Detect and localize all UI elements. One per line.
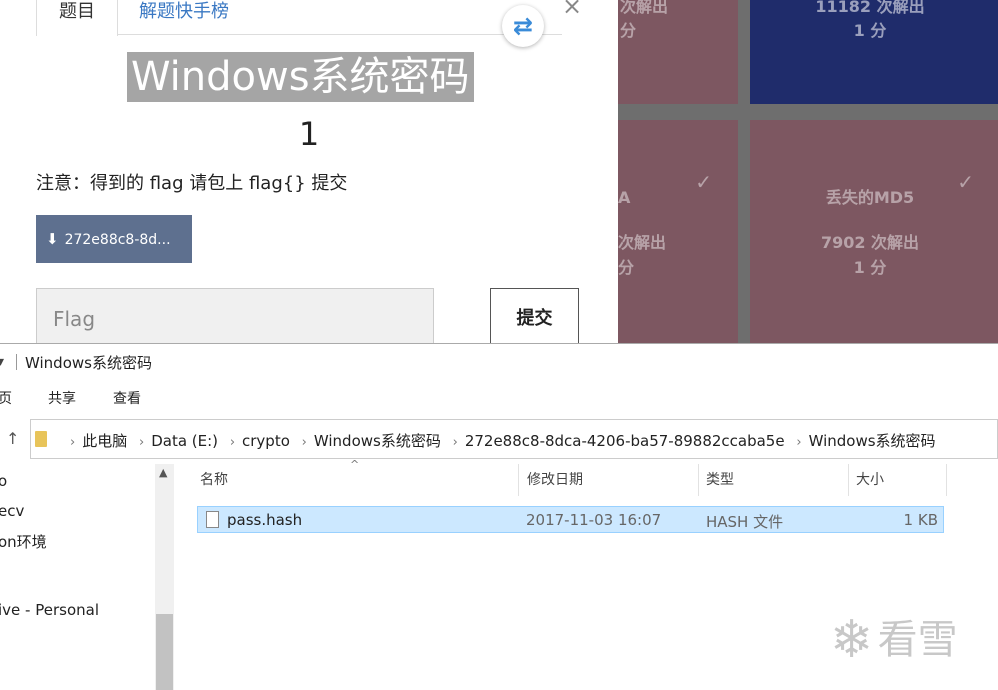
nav-item[interactable]: o xyxy=(0,472,7,490)
navigation-pane: o ecv on环境 ive - Personal xyxy=(0,464,155,690)
nav-scrollbar[interactable]: ▲ xyxy=(155,464,174,690)
window-title: Windows系统密码 xyxy=(25,354,152,372)
file-name: pass.hash xyxy=(227,511,303,529)
challenge-tile[interactable]: ✓ 丢失的MD5 7902 次解出 1 分 xyxy=(750,120,998,345)
download-button[interactable]: ⬇ 272e88c8-8d... xyxy=(36,215,192,263)
challenge-title: Windows系统密码 xyxy=(127,52,474,102)
up-arrow-icon[interactable]: ↑ xyxy=(6,429,19,448)
ribbon-tab-view[interactable]: 查看 xyxy=(113,388,141,408)
divider xyxy=(16,354,17,370)
snowflake-icon: ❄ xyxy=(830,610,874,670)
column-divider[interactable] xyxy=(518,464,519,496)
challenge-points: 1 xyxy=(298,115,320,153)
nav-item[interactable]: ive - Personal xyxy=(0,601,99,619)
address-bar[interactable]: › 此电脑 › Data (E:) › crypto › Windows系统密码 › 27… xyxy=(30,419,998,459)
column-divider[interactable] xyxy=(698,464,699,496)
tile-name: A xyxy=(618,188,631,207)
challenge-tile[interactable]: 次解出 分 xyxy=(618,0,738,104)
challenge-tile[interactable]: ✓ A 次解出 分 xyxy=(618,120,738,345)
submit-button[interactable]: 提交 xyxy=(490,288,579,350)
column-header-type[interactable]: 类型 xyxy=(706,464,734,496)
challenge-note: 注意：得到的 flag 请包上 flag{} 提交 xyxy=(36,173,348,194)
breadcrumb: › 此电脑 › Data (E:) › crypto › Windows系统密码 › 27… xyxy=(70,432,936,450)
column-header-modified[interactable]: 修改日期 xyxy=(527,464,583,496)
nav-item[interactable]: ecv xyxy=(0,502,24,520)
breadcrumb-item[interactable]: Windows系统密码 xyxy=(809,432,936,450)
flag-input[interactable]: Flag xyxy=(36,288,434,348)
tile-points: 1 分 xyxy=(853,258,887,277)
tile-solves: 次解出 xyxy=(618,233,667,252)
file-size: 1 KB xyxy=(903,511,938,529)
tile-name: 丢失的MD5 xyxy=(825,188,915,207)
tile-points: 分 xyxy=(618,258,635,277)
close-icon[interactable]: × xyxy=(562,0,582,20)
nav-item[interactable]: on环境 xyxy=(0,531,47,552)
tile-solves: 次解出 xyxy=(620,0,669,16)
breadcrumb-item[interactable]: Data (E:) xyxy=(151,432,218,450)
breadcrumb-item[interactable]: 此电脑 xyxy=(82,432,127,450)
swap-icon: ⇄ xyxy=(512,12,534,40)
tile-solves: 7902 次解出 xyxy=(820,233,920,252)
file-row[interactable]: pass.hash 2017-11-03 16:07 HASH 文件 1 KB xyxy=(197,506,944,533)
challenge-modal: 题目 解题快手榜 × ⇄ Windows系统密码 1 注意：得到的 flag 请… xyxy=(0,0,618,350)
tab-challenge[interactable]: 题目 xyxy=(36,0,118,36)
breadcrumb-item[interactable]: Windows系统密码 xyxy=(314,432,441,450)
watermark-text: 看雪 xyxy=(877,617,958,663)
column-divider[interactable] xyxy=(946,464,947,496)
download-label: 272e88c8-8d... xyxy=(64,232,171,248)
ribbon-tab-home[interactable]: 页 xyxy=(0,388,12,408)
address-row: ↑ › 此电脑 › Data (E:) › crypto › Windows系统密码 ›… xyxy=(0,417,998,459)
column-header-size[interactable]: 大小 xyxy=(856,464,884,496)
file-modified: 2017-11-03 16:07 xyxy=(526,511,662,529)
modal-tabs: 题目 解题快手榜 xyxy=(36,0,562,36)
tile-points: 1 分 xyxy=(853,21,887,40)
ribbon-tab-share[interactable]: 共享 xyxy=(48,388,76,408)
tile-solves: 11182 次解出 xyxy=(815,0,925,16)
column-divider[interactable] xyxy=(848,464,849,496)
challenge-tile[interactable]: 11182 次解出 1 分 xyxy=(750,0,998,104)
title-bar: ▾ Windows系统密码 xyxy=(0,344,998,380)
quick-access-arrow-icon[interactable]: ▾ xyxy=(0,354,4,370)
swap-button[interactable]: ⇄ xyxy=(502,5,544,47)
folder-icon xyxy=(35,431,47,447)
solved-check-icon: ✓ xyxy=(695,170,712,194)
tile-points: 分 xyxy=(620,21,637,40)
file-icon xyxy=(206,511,219,528)
download-icon: ⬇ xyxy=(46,230,59,248)
tab-solve-leaderboard[interactable]: 解题快手榜 xyxy=(139,0,229,35)
scrollbar-thumb[interactable] xyxy=(156,614,173,690)
breadcrumb-item[interactable]: 272e88c8-8dca-4206-ba57-89882ccaba5e xyxy=(465,432,785,450)
breadcrumb-item[interactable]: crypto xyxy=(242,432,290,450)
challenge-grid: 次解出 分 11182 次解出 1 分 ✓ A 次解出 分 ✓ 丢失的MD5 7… xyxy=(618,0,998,345)
column-header-name[interactable]: 名称 xyxy=(200,464,228,496)
sort-caret-icon: ^ xyxy=(350,458,360,471)
watermark-logo: ❄ 看雪 xyxy=(830,610,958,670)
file-type: HASH 文件 xyxy=(706,513,784,531)
scroll-up-icon[interactable]: ▲ xyxy=(159,466,167,479)
